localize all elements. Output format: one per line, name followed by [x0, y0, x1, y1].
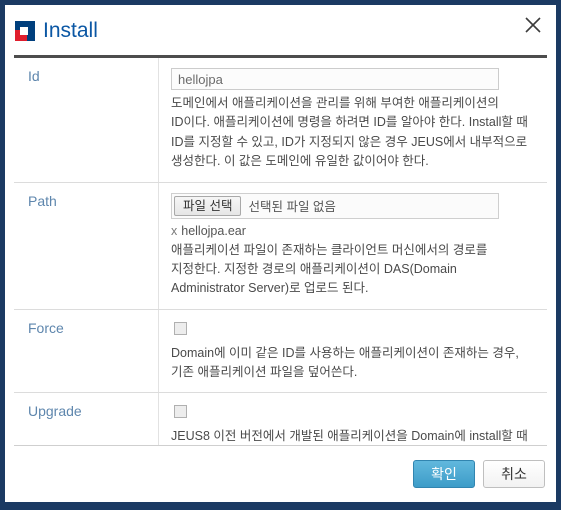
dialog-footer: 확인 취소: [14, 445, 547, 502]
id-input[interactable]: [171, 68, 499, 90]
choose-file-button[interactable]: 파일 선택: [174, 195, 242, 216]
upgrade-checkbox[interactable]: [174, 405, 187, 419]
close-icon[interactable]: [521, 13, 545, 37]
jeus-logo-icon: [15, 21, 35, 41]
field-id: 도메인에서 애플리케이션을 관리를 위해 부여한 애플리케이션의 ID이다. 애…: [159, 58, 547, 182]
form-row-path: Path 파일 선택 선택된 파일 없음 x hellojpa.ear 애플리케이…: [14, 182, 547, 310]
form-row-id: Id 도메인에서 애플리케이션을 관리를 위해 부여한 애플리케이션의 ID이다…: [14, 58, 547, 183]
file-status-text: 선택된 파일 없음: [248, 200, 336, 214]
force-checkbox[interactable]: [174, 321, 187, 335]
label-force: Force: [14, 309, 159, 393]
field-path: 파일 선택 선택된 파일 없음 x hellojpa.ear 애플리케이션 파일이…: [159, 183, 547, 309]
label-upgrade: Upgrade: [14, 393, 159, 445]
field-force: Domain에 이미 같은 ID를 사용하는 애플리케이션이 존재하는 경우, …: [159, 310, 547, 393]
install-form: Id 도메인에서 애플리케이션을 관리를 위해 부여한 애플리케이션의 ID이다…: [14, 55, 547, 445]
form-row-force: Force Domain에 이미 같은 ID를 사용하는 애플리케이션이 존재하…: [14, 309, 547, 394]
confirm-button[interactable]: 확인: [413, 460, 475, 488]
dialog-titlebar: Install: [5, 5, 556, 55]
file-input[interactable]: 파일 선택 선택된 파일 없음: [171, 192, 499, 219]
field-upgrade: JEUS8 이전 버전에서 개발된 애플리케이션을 Domain에 instal…: [159, 393, 547, 445]
cancel-button[interactable]: 취소: [483, 460, 545, 488]
install-dialog: Install Id 도메인에서 애플리케이션을 관리를 위해 부여한 애플리케…: [0, 0, 561, 510]
path-description: 애플리케이션 파일이 존재하는 클라이언트 머신에서의 경로를 지정한다. 지정…: [171, 242, 488, 296]
page-title: Install: [43, 18, 98, 42]
label-id: Id: [14, 58, 159, 182]
selected-file-name: hellojpa.ear: [181, 223, 246, 238]
remove-file-icon[interactable]: x: [171, 224, 177, 238]
selected-file-chip: x hellojpa.ear: [171, 224, 533, 238]
force-description: Domain에 이미 같은 ID를 사용하는 애플리케이션이 존재하는 경우, …: [171, 345, 519, 379]
upgrade-description: JEUS8 이전 버전에서 개발된 애플리케이션을 Domain에 instal…: [171, 429, 528, 444]
form-row-upgrade: Upgrade JEUS8 이전 버전에서 개발된 애플리케이션을 Domain…: [14, 393, 547, 445]
id-description: 도메인에서 애플리케이션을 관리를 위해 부여한 애플리케이션의 ID이다. 애…: [171, 96, 528, 169]
label-path: Path: [14, 182, 159, 309]
